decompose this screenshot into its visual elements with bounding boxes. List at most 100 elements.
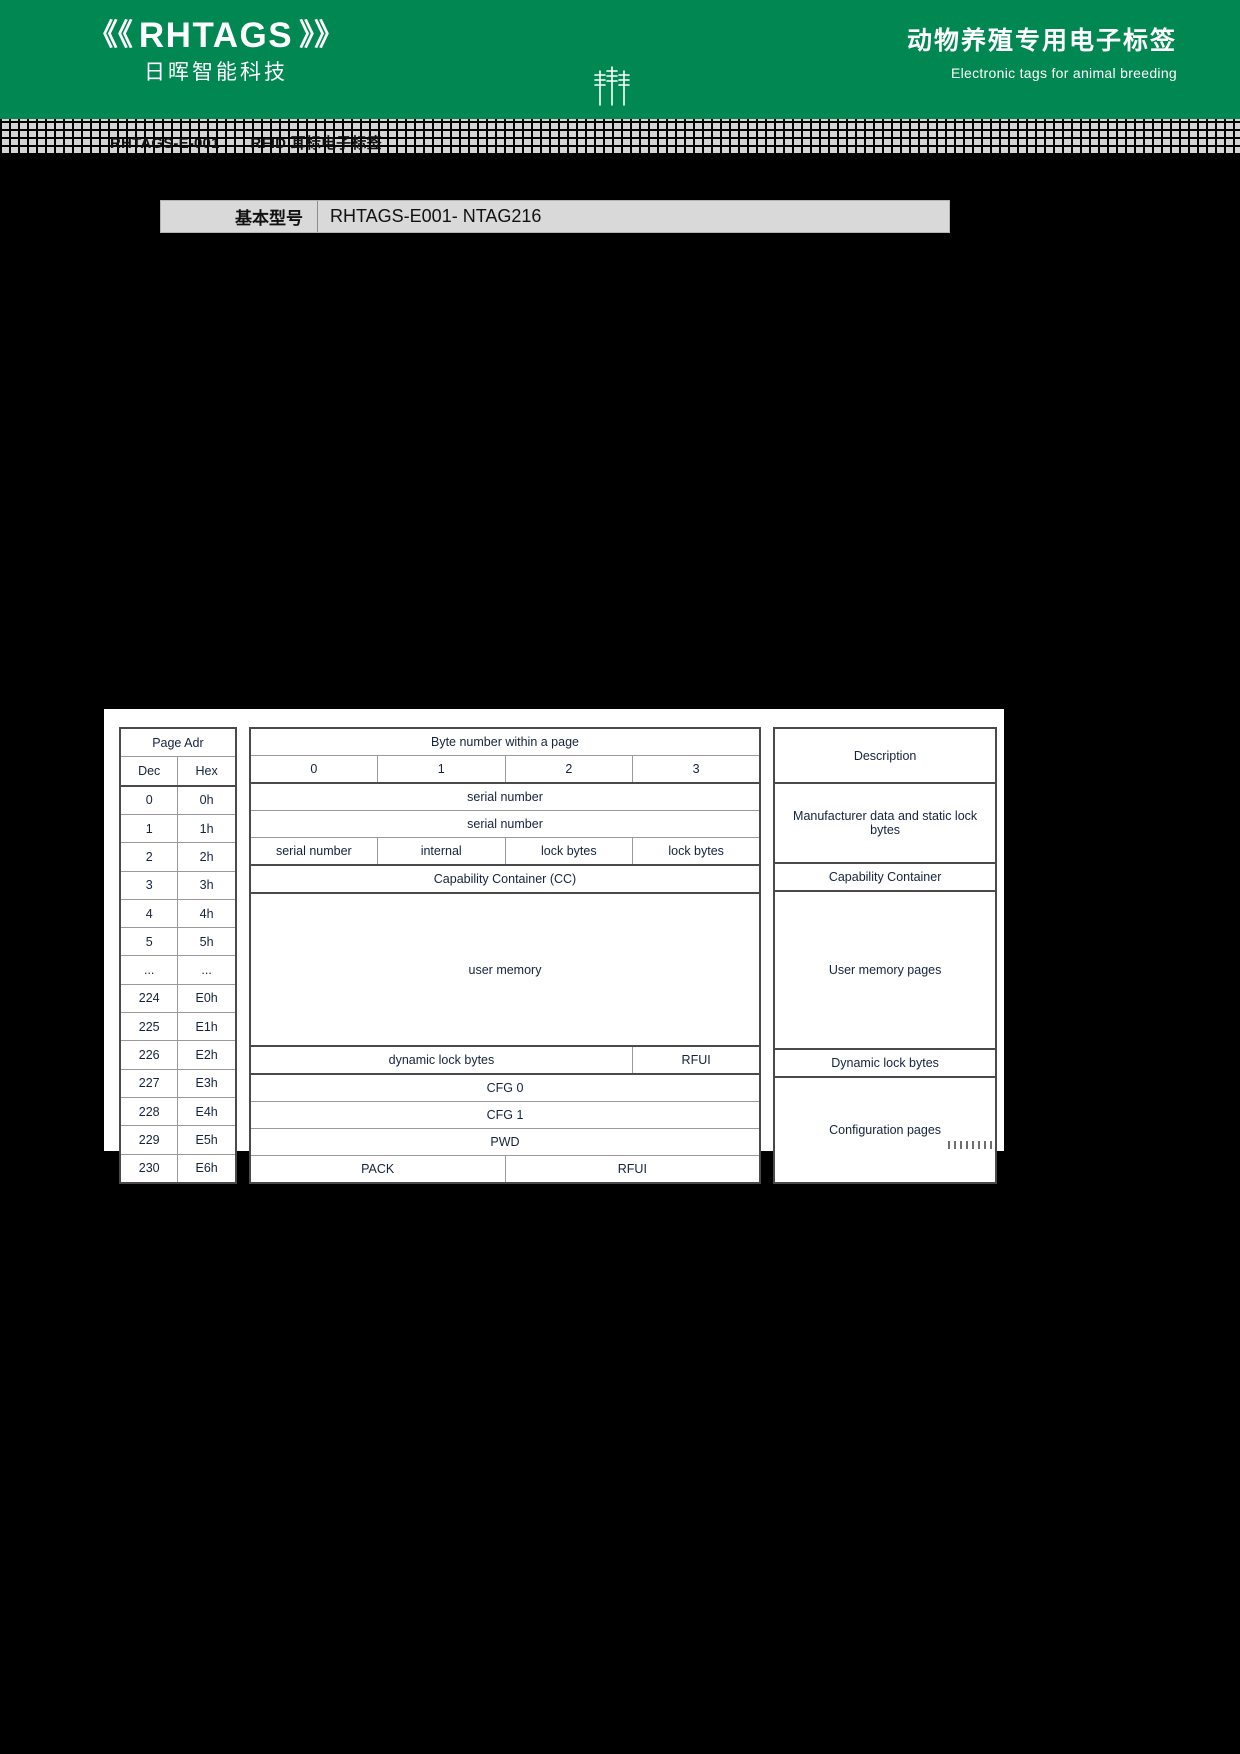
page-dec: 0 (119, 785, 179, 815)
page-hex: E6h (177, 1153, 237, 1184)
table-row: 4 4h (119, 898, 237, 929)
description-user-memory-pages: User memory pages (773, 890, 997, 1050)
wave-right-icon: 》》 (299, 18, 345, 52)
table-row: 0 1 2 3 (248, 755, 762, 784)
page-header: 《《 RHTAGS 》》 日晖智能科技 动物养殖专用电子标签 Electroni… (0, 0, 1240, 119)
section-band-text: RFID 耳标电子标签 (250, 135, 382, 152)
cell-serial-number-0: serial number (248, 782, 762, 811)
section-band-code: RHTAGS-E-001 (110, 135, 220, 152)
cell-rfui-dynamic: RFUI (632, 1045, 762, 1075)
table-row: dynamic lock bytes RFUI (248, 1045, 762, 1075)
table-row: serial number internal lock bytes lock b… (248, 837, 762, 866)
page-dec: 1 (119, 813, 179, 844)
page-dec: 227 (119, 1068, 179, 1098)
byte-content-table: Byte number within a page 0 1 2 3 serial… (248, 727, 762, 1184)
page-adr-header: Page Adr (119, 727, 237, 758)
table-row: Capability Container (CC) (248, 864, 762, 894)
page-dec: 225 (119, 1012, 179, 1042)
byte-number-header: Byte number within a page (248, 727, 762, 756)
panel-speckle-decoration (948, 1141, 996, 1149)
byte-col-header-2: 2 (504, 755, 634, 784)
description-table: Description Manufacturer data and static… (773, 727, 997, 1184)
cell-rfui-pack: RFUI (504, 1155, 762, 1184)
byte-col-header-0: 0 (248, 755, 378, 784)
brand-name: RHTAGS (138, 16, 294, 55)
page-dec: 230 (119, 1153, 179, 1184)
page-dec: 2 (119, 842, 179, 872)
table-row: serial number (248, 810, 762, 838)
table-row: PACK RFUI (248, 1155, 762, 1184)
cell-pack: PACK (248, 1155, 506, 1184)
table-row: CFG 1 (248, 1101, 762, 1129)
page-dec: 228 (119, 1096, 179, 1127)
page-dec: 229 (119, 1125, 179, 1155)
table-row: Manufacturer data and static lock bytes (773, 782, 997, 864)
table-row: 1 1h (119, 813, 237, 844)
page-hex: E4h (177, 1096, 237, 1127)
section-band: RHTAGS-E-001 RFID 耳标电子标签 (0, 119, 1240, 155)
page-address-table: Page Adr Dec Hex 0 0h 1 1h 2 2h 3 3h 4 4… (119, 727, 237, 1184)
page-hex: 3h (177, 870, 237, 900)
model-row: 基本型号 RHTAGS-E001- NTAG216 (160, 200, 950, 233)
cell-serial-number-1: serial number (248, 810, 762, 838)
brand-chinese-name: 日晖智能科技 (144, 61, 288, 84)
page-dec: 5 (119, 927, 179, 957)
page-dec: 4 (119, 898, 179, 929)
table-row: Byte number within a page (248, 727, 762, 756)
page-hex: E2h (177, 1040, 237, 1070)
cell-user-memory: user memory (248, 892, 762, 1047)
cell-serial-number-2: serial number (248, 837, 378, 866)
memory-organization-panel: Page Adr Dec Hex 0 0h 1 1h 2 2h 3 3h 4 4… (104, 709, 1004, 1184)
cell-cfg0: CFG 0 (248, 1073, 762, 1102)
description-configuration-pages: Configuration pages (773, 1076, 997, 1184)
section-band-title: RHTAGS-E-001 RFID 耳标电子标签 (110, 132, 382, 153)
cell-cfg1: CFG 1 (248, 1101, 762, 1129)
page-hex: 1h (177, 813, 237, 844)
tagline-block: 动物养殖专用电子标签 Electronic tags for animal br… (906, 27, 1177, 81)
table-row: Dec Hex (119, 756, 237, 787)
description-dynamic-lock-bytes: Dynamic lock bytes (773, 1048, 997, 1078)
model-label: 基本型号 (161, 201, 318, 232)
cell-lock-bytes-a: lock bytes (504, 837, 634, 866)
cell-dynamic-lock-bytes: dynamic lock bytes (248, 1045, 634, 1075)
dec-header: Dec (119, 756, 179, 787)
brand-wordmark: 《《 RHTAGS 》》 (66, 18, 366, 53)
tagline-english: Electronic tags for animal breeding (950, 64, 1177, 81)
table-row: 226 E2h (119, 1040, 237, 1070)
page-dec: 226 (119, 1040, 179, 1070)
page-hex: ... (177, 955, 237, 985)
page-hex: 5h (177, 927, 237, 957)
table-row: 224 E0h (119, 983, 237, 1014)
table-row: 0 0h (119, 785, 237, 815)
byte-col-header-1: 1 (376, 755, 506, 784)
memory-table-wrapper: Page Adr Dec Hex 0 0h 1 1h 2 2h 3 3h 4 4… (119, 727, 997, 1184)
model-value: RHTAGS-E001- NTAG216 (330, 206, 542, 226)
table-row: 2 2h (119, 842, 237, 872)
description-manufacturer: Manufacturer data and static lock bytes (773, 782, 997, 864)
page-hex: 4h (177, 898, 237, 929)
table-row: 3 3h (119, 870, 237, 900)
table-row: PWD (248, 1128, 762, 1156)
page-hex: E3h (177, 1068, 237, 1098)
page-dec: 224 (119, 983, 179, 1014)
table-row: ... ... (119, 955, 237, 985)
table-row: Capability Container (773, 862, 997, 892)
byte-col-header-3: 3 (632, 755, 762, 784)
cell-internal: internal (376, 837, 506, 866)
table-row: CFG 0 (248, 1073, 762, 1102)
tagline-chinese: 动物养殖专用电子标签 (906, 27, 1177, 55)
table-row: 228 E4h (119, 1096, 237, 1127)
cell-capability-container: Capability Container (CC) (248, 864, 762, 894)
wave-left-icon: 《《 (87, 18, 133, 52)
table-row: 227 E3h (119, 1068, 237, 1098)
wheat-icon (590, 63, 634, 107)
page-hex: E1h (177, 1012, 237, 1042)
brand-block: 《《 RHTAGS 》》 日晖智能科技 (66, 18, 366, 83)
page-hex: E0h (177, 983, 237, 1014)
table-row: Page Adr (119, 727, 237, 758)
table-row: User memory pages (773, 890, 997, 1050)
page-hex: 2h (177, 842, 237, 872)
table-row: Configuration pages (773, 1076, 997, 1184)
page-dec: ... (119, 955, 179, 985)
description-header: Description (773, 727, 997, 784)
